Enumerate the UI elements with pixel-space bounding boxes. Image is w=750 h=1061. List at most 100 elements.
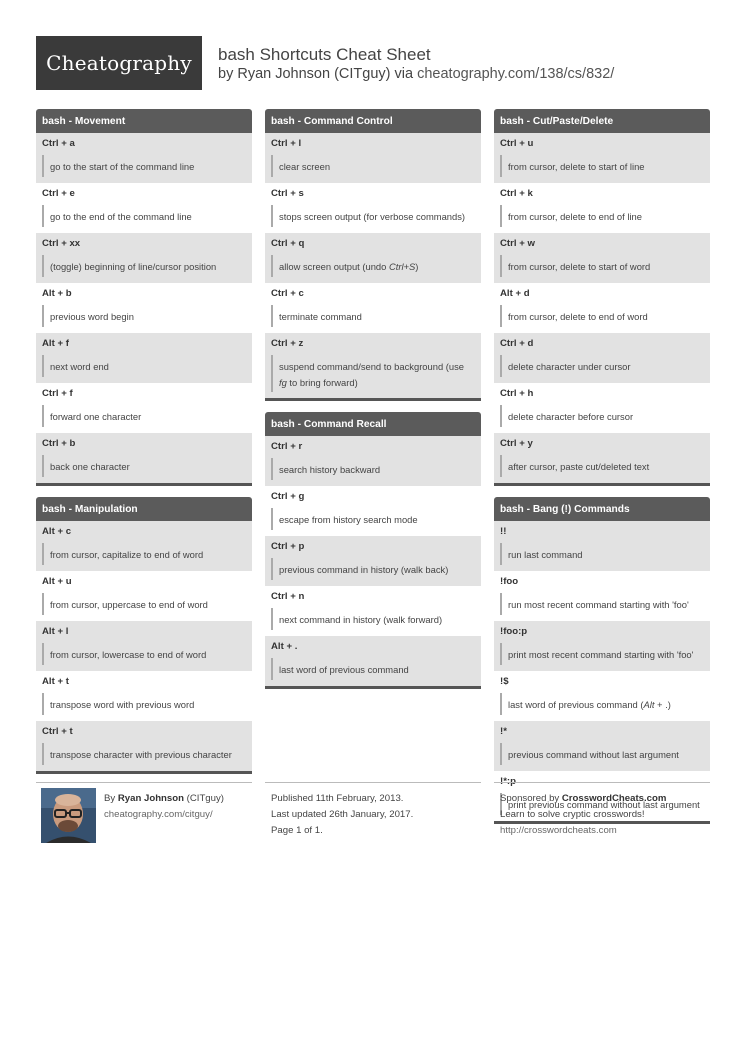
footer-divider-3 [494, 782, 710, 783]
footer-author-handle: (CITguy) [186, 793, 224, 804]
logo-text: Cheatography [46, 51, 192, 75]
shortcut-row: Alt + c from cursor, capitalize to end of… [36, 521, 252, 571]
shortcut-description: forward one character [42, 405, 246, 427]
shortcut-key: Ctrl + l [271, 138, 302, 149]
shortcut-key: Alt + b [42, 288, 72, 299]
footer-sponsor-tagline: Learn to solve cryptic crosswords! [500, 809, 645, 820]
description-emphasis: Alt [643, 699, 655, 710]
shortcut-description: go to the start of the command line [42, 155, 246, 177]
shortcut-row: Alt + d from cursor, delete to end of wor… [494, 283, 710, 333]
section-command-control: bash - Command Control Ctrl + l clear scre… [265, 109, 481, 402]
shortcut-row: Ctrl + e go to the end of the command lin… [36, 183, 252, 233]
shortcut-description: stops screen output (for verbose command… [271, 205, 475, 227]
shortcut-row: Ctrl + w from cursor, delete to start of … [494, 233, 710, 283]
shortcut-key: Alt + . [271, 641, 298, 653]
footer-author: By Ryan Johnson (CITguy) cheatography.co… [104, 791, 224, 823]
footer-sponsor-link[interactable]: http://crosswordcheats.com [500, 825, 617, 836]
shortcut-description: previous command in history (walk back) [271, 558, 475, 581]
shortcut-description: from cursor, delete to start of line [500, 155, 704, 177]
shortcut-description: suspend command/send to background (use … [271, 355, 475, 393]
description-text: to bring forward) [286, 376, 358, 388]
shortcut-row: !foo run most recent command starting wit… [494, 571, 710, 621]
footer-author-prefix: By [104, 793, 116, 804]
byline: by Ryan Johnson (CITguy) via cheatograph… [218, 66, 614, 82]
shortcut-row: !* previous command without last argument [494, 721, 710, 771]
shortcut-row: Ctrl + b back one character [36, 433, 252, 483]
shortcut-row: !! run last command [494, 521, 710, 571]
shortcut-key: Ctrl + b [42, 438, 76, 449]
shortcut-description: last word of previous command (Alt + .) [500, 693, 704, 715]
shortcut-description: from cursor, uppercase to end of word [42, 593, 246, 615]
shortcut-key: Ctrl + e [42, 188, 75, 199]
shortcut-description: escape from history search mode [271, 508, 475, 531]
shortcut-row: Alt + t transpose word with previous word [36, 671, 252, 721]
footer-publish-info: Published 11th February, 2013. Last upda… [271, 791, 413, 839]
shortcut-description: back one character [42, 455, 246, 477]
shortcut-row: Ctrl + p previous command in history (wal… [265, 536, 481, 587]
shortcut-key: Alt + d [500, 288, 530, 299]
footer-divider-2 [265, 782, 481, 783]
shortcut-description: from cursor, lowercase to end of word [42, 643, 246, 665]
column-3: bash - Cut/Paste/Delete Ctrl + u from curs… [494, 109, 710, 835]
section-cut-paste-delete: bash - Cut/Paste/Delete Ctrl + u from curs… [494, 109, 710, 486]
shortcut-key: !foo:p [500, 626, 528, 637]
footer-page: Page 1 of 1. [271, 825, 323, 836]
section-title: bash - Cut/Paste/Delete [494, 109, 710, 133]
shortcut-key: Ctrl + y [500, 438, 533, 449]
shortcut-key: Ctrl + k [500, 188, 533, 199]
shortcut-row: !foo:p print most recent command starting… [494, 621, 710, 671]
description-emphasis: Ctrl+S [388, 261, 416, 272]
shortcut-description: run last command [500, 543, 704, 565]
shortcut-description: delete character before cursor [500, 405, 704, 427]
shortcut-description: transpose character with previous charac… [42, 743, 246, 765]
description-emphasis: fg [279, 376, 287, 388]
shortcut-row: Ctrl + y after cursor, paste cut/deleted … [494, 433, 710, 483]
footer-sponsor-name[interactable]: CrosswordCheats.com [562, 793, 667, 804]
shortcut-description: transpose word with previous word [42, 693, 246, 715]
shortcut-key: Ctrl + xx [42, 238, 81, 249]
shortcut-description: from cursor, delete to start of word [500, 255, 704, 277]
author-avatar[interactable] [41, 788, 96, 843]
section-title: bash - Manipulation [36, 497, 252, 521]
shortcut-key: !! [500, 526, 507, 537]
section-movement: bash - Movement Ctrl + a go to the start o… [36, 109, 252, 486]
footer-updated: Last updated 26th January, 2017. [271, 809, 414, 820]
shortcut-description: previous word begin [42, 305, 246, 327]
shortcut-description: go to the end of the command line [42, 205, 246, 227]
shortcut-row: Alt + . last word of previous command [265, 636, 481, 687]
byline-url[interactable]: cheatography.com/138/cs/832/ [417, 66, 614, 82]
section-title: bash - Bang (!) Commands [494, 497, 710, 521]
shortcut-key: Ctrl + r [271, 441, 303, 453]
section-title: bash - Movement [36, 109, 252, 133]
section-manipulation: bash - Manipulation Alt + c from cursor, c… [36, 497, 252, 774]
shortcut-row: Ctrl + q allow screen output (undo Ctrl+S… [265, 233, 481, 283]
shortcut-row: Ctrl + l clear screen [265, 133, 481, 183]
shortcut-key: Ctrl + h [500, 388, 534, 399]
shortcut-key: Alt + l [42, 626, 69, 637]
footer-divider-1 [36, 782, 252, 783]
byline-author[interactable]: Ryan Johnson (CITguy) [237, 66, 390, 82]
footer-author-name[interactable]: Ryan Johnson [118, 793, 184, 804]
shortcut-row: Ctrl + a go to the start of the command l… [36, 133, 252, 183]
shortcut-row: Ctrl + z suspend command/send to backgrou… [265, 333, 481, 399]
footer-sponsor: Sponsored by CrosswordCheats.com Learn t… [500, 791, 666, 839]
shortcut-key: Ctrl + u [500, 138, 534, 149]
shortcut-description: from cursor, capitalize to end of word [42, 543, 246, 565]
footer-author-link[interactable]: cheatography.com/citguy/ [104, 809, 213, 820]
shortcut-row: Ctrl + d delete character under cursor [494, 333, 710, 383]
shortcut-key: Ctrl + z [271, 338, 304, 349]
shortcut-key: Ctrl + n [271, 591, 305, 603]
shortcut-description: print most recent command starting with … [500, 643, 704, 665]
section-bang-commands: bash - Bang (!) Commands!! run last comma… [494, 497, 710, 824]
shortcut-row: Ctrl + k from cursor, delete to end of li… [494, 183, 710, 233]
shortcut-description: terminate command [271, 305, 475, 327]
description-text: suspend command/send to background (use [279, 361, 465, 372]
shortcut-row: Ctrl + s stops screen output (for verbose… [265, 183, 481, 233]
shortcut-row: Ctrl + c terminate command [265, 283, 481, 333]
author-avatar-image [41, 788, 96, 843]
shortcut-description: delete character under cursor [500, 355, 704, 377]
cheatography-logo[interactable]: Cheatography [36, 36, 202, 90]
shortcut-description: search history backward [271, 458, 475, 481]
shortcut-description: after cursor, paste cut/deleted text [500, 455, 704, 477]
shortcut-description: run most recent command starting with 'f… [500, 593, 704, 615]
